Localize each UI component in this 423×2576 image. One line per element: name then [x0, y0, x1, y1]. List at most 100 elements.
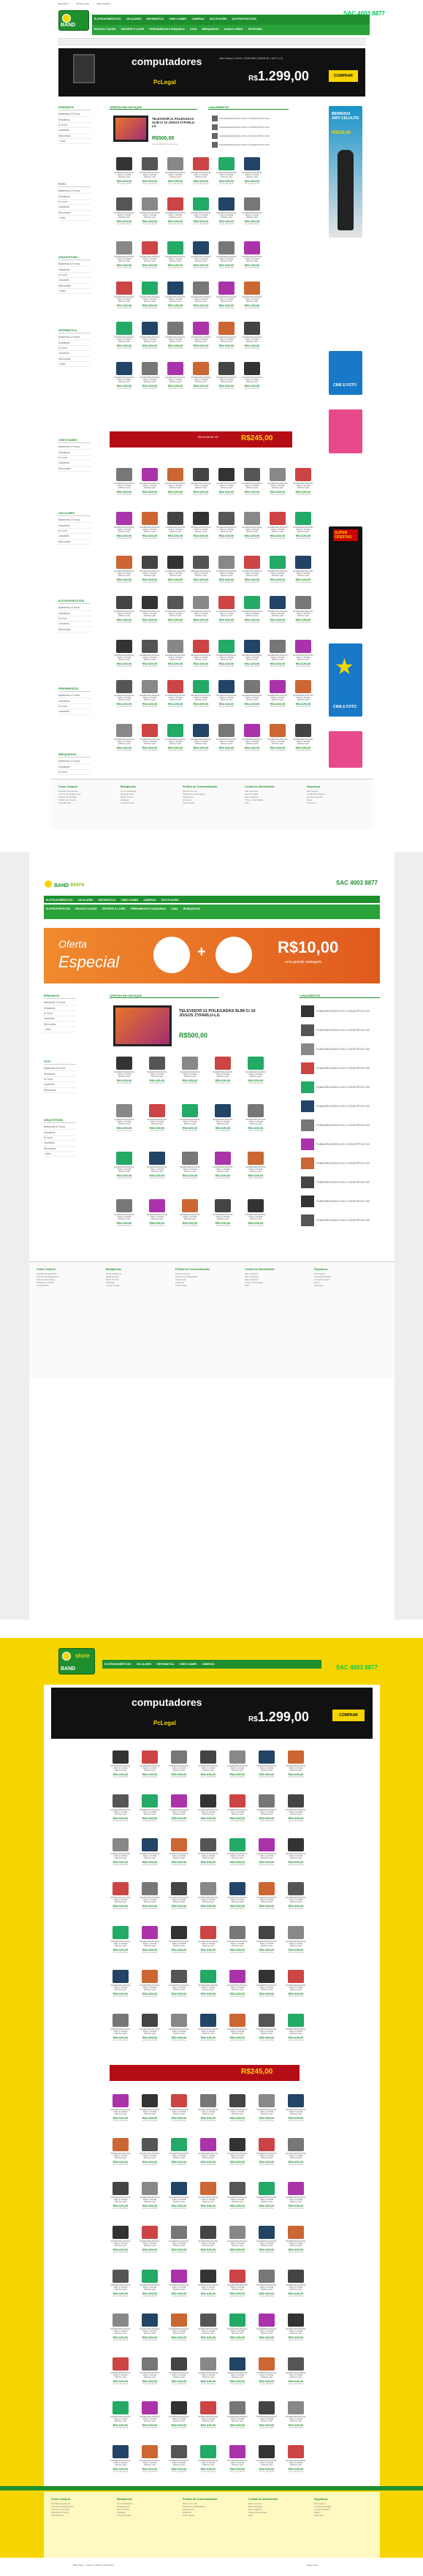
product-card[interactable]: FILMADORA DIGITAL DVD C/ ZOOM ÓPTICO 24X… [197, 1794, 219, 1828]
product-image[interactable] [142, 596, 158, 609]
product-card[interactable]: FILMADORA DIGITAL DVD C/ ZOOM ÓPTICO 24X… [226, 2270, 248, 2303]
product-name[interactable]: FILMADORA DIGITAL DVD C/ ZOOM ÓPTICO 24X [285, 2459, 307, 2467]
product-card[interactable]: FILMADORA DIGITAL DVD C/ ZOOM ÓPTICO 24X… [110, 1882, 132, 1916]
product-card[interactable]: FILMADORA DIGITAL DVD C/ ZOOM ÓPTICO 24X… [168, 2401, 190, 2435]
product-name[interactable]: FILMADORA DIGITAL DVD C/ ZOOM ÓPTICO 24X [226, 1764, 248, 1772]
product-image[interactable] [113, 2401, 129, 2414]
product-card[interactable]: FILMADORA DIGITAL DVD C/ ZOOM ÓPTICO 24X… [139, 596, 161, 630]
product-name[interactable]: FILMADORA DIGITAL DVD C/ ZOOM ÓPTICO 24X [226, 2196, 248, 2204]
product-card[interactable]: FILMADORA DIGITAL DVD C/ ZOOM ÓPTICO 24X… [113, 640, 135, 673]
product-name[interactable]: FILMADORA DIGITAL DVD C/ ZOOM ÓPTICO 24X [241, 610, 263, 618]
product-card[interactable]: FILMADORA DIGITAL DVD C/ ZOOM ÓPTICO 24X… [241, 556, 263, 589]
product-name[interactable]: FILMADORA DIGITAL DVD C/ ZOOM ÓPTICO 24X [285, 2108, 307, 2116]
product-card[interactable]: FILMADORA DIGITAL DVD C/ ZOOM ÓPTICO 24X… [212, 1057, 234, 1090]
product-image[interactable] [200, 1882, 216, 1895]
product-image[interactable] [270, 512, 286, 525]
footer-link[interactable]: Trocar Pontos [117, 2514, 161, 2517]
lancamento-item[interactable]: FILMADORA DIGITAL DVD C/ ZOOM ÓPTICO 24X [212, 124, 285, 132]
product-name[interactable]: FILMADORA DIGITAL DVD C/ ZOOM ÓPTICO 24X [139, 1940, 161, 1948]
product-card[interactable]: FILMADORA DIGITAL DVD C/ ZOOM ÓPTICO 24X… [139, 1970, 161, 2003]
product-image[interactable] [270, 556, 286, 569]
product-card[interactable]: FILMADORA DIGITAL DVD C/ ZOOM ÓPTICO 24X… [164, 724, 186, 758]
product-name[interactable]: FILMADORA DIGITAL DVD C/ ZOOM ÓPTICO 24X [168, 2459, 190, 2467]
product-name[interactable]: FILMADORA DIGITAL DVD C/ ZOOM ÓPTICO 24X [197, 2371, 219, 2379]
product-name[interactable]: FILMADORA DIGITAL DVD C/ ZOOM ÓPTICO 24X [197, 2196, 219, 2204]
product-name[interactable]: FILMADORA DIGITAL DVD C/ ZOOM ÓPTICO 24X [164, 255, 186, 263]
product-name[interactable]: FILMADORA DIGITAL DVD C/ ZOOM ÓPTICO 24X [285, 2028, 307, 2036]
product-card[interactable]: FILMADORA DIGITAL DVD C/ ZOOM ÓPTICO 24X… [139, 724, 161, 758]
product-image[interactable] [171, 2314, 187, 2327]
product-image[interactable] [200, 2182, 216, 2195]
product-image[interactable] [218, 282, 235, 295]
footer-link[interactable]: Parceiros [314, 1284, 358, 1287]
product-image[interactable] [116, 468, 132, 481]
product-image[interactable] [229, 1970, 245, 1983]
product-image[interactable] [244, 512, 260, 525]
product-image[interactable] [171, 1970, 187, 1983]
product-name[interactable]: FILMADORA DIGITAL DVD C/ ZOOM ÓPTICO 24X [168, 1808, 190, 1816]
product-name[interactable]: FILMADORA DIGITAL DVD C/ ZOOM ÓPTICO 24X [164, 654, 186, 662]
product-card[interactable]: FILMADORA DIGITAL DVD C/ ZOOM ÓPTICO 24X… [226, 2182, 248, 2216]
product-card[interactable]: FILMADORA DIGITAL DVD C/ ZOOM ÓPTICO 24X… [113, 596, 135, 630]
product-image[interactable] [171, 1926, 187, 1939]
product-card[interactable]: FILMADORA DIGITAL DVD C/ ZOOM ÓPTICO 24X… [292, 680, 314, 714]
product-card[interactable]: FILMADORA DIGITAL DVD C/ ZOOM ÓPTICO 24X… [164, 362, 186, 396]
product-card[interactable]: FILMADORA DIGITAL DVD C/ ZOOM ÓPTICO 24X… [164, 680, 186, 714]
product-name[interactable]: FILMADORA DIGITAL DVD C/ ZOOM ÓPTICO 24X [168, 2371, 190, 2379]
product-image[interactable] [259, 2182, 275, 2195]
product-card[interactable]: FILMADORA DIGITAL DVD C/ ZOOM ÓPTICO 24X… [168, 2014, 190, 2047]
product-image[interactable] [229, 1750, 245, 1764]
product-image[interactable] [259, 2138, 275, 2151]
product-name[interactable]: FILMADORA DIGITAL DVD C/ ZOOM ÓPTICO 24X [285, 1940, 307, 1948]
product-name[interactable]: FILMADORA DIGITAL DVD C/ ZOOM ÓPTICO 24X [226, 1808, 248, 1816]
bandstore-logo[interactable]: BAND [58, 10, 89, 31]
product-name[interactable]: FILMADORA DIGITAL DVD C/ ZOOM ÓPTICO 24X [216, 694, 237, 702]
product-card[interactable]: FILMADORA DIGITAL DVD C/ ZOOM ÓPTICO 24X… [256, 2226, 278, 2259]
product-name[interactable]: FILMADORA DIGITAL DVD C/ ZOOM ÓPTICO 24X [110, 1984, 132, 1992]
product-card[interactable]: FILMADORA DIGITAL DVD C/ ZOOM ÓPTICO 24X… [256, 1838, 278, 1872]
product-name[interactable]: FILMADORA DIGITAL DVD C/ ZOOM ÓPTICO 24X [139, 2284, 161, 2292]
product-image[interactable] [193, 362, 209, 375]
product-image[interactable] [288, 2138, 304, 2151]
nav-item[interactable]: BELEZA E SAÚDE [92, 25, 118, 34]
product-image[interactable] [218, 468, 235, 481]
product-name[interactable]: FILMADORA DIGITAL DVD C/ ZOOM ÓPTICO 24X [110, 2196, 132, 2204]
product-image[interactable] [116, 1104, 132, 1117]
product-card[interactable]: FILMADORA DIGITAL DVD C/ ZOOM ÓPTICO 24X… [256, 2014, 278, 2047]
product-image[interactable] [171, 2270, 187, 2283]
product-name[interactable]: FILMADORA DIGITAL DVD C/ ZOOM ÓPTICO 24X [256, 1764, 278, 1772]
product-image[interactable] [229, 2445, 245, 2458]
product-name[interactable]: FILMADORA DIGITAL DVD C/ ZOOM ÓPTICO 24X [190, 738, 212, 746]
product-name[interactable]: FILMADORA DIGITAL DVD C/ ZOOM ÓPTICO 24X [285, 2196, 307, 2204]
product-card[interactable]: FILMADORA DIGITAL DVD C/ ZOOM ÓPTICO 24X… [267, 724, 289, 758]
product-name[interactable]: FILMADORA DIGITAL DVD C/ ZOOM ÓPTICO 24X [113, 1213, 135, 1221]
product-card[interactable]: FILMADORA DIGITAL DVD C/ ZOOM ÓPTICO 24X… [226, 2357, 248, 2391]
product-card[interactable]: FILMADORA DIGITAL DVD C/ ZOOM ÓPTICO 24X… [212, 1104, 234, 1138]
product-card[interactable]: FILMADORA DIGITAL DVD C/ ZOOM ÓPTICO 24X… [110, 1750, 132, 1784]
product-image[interactable] [142, 2357, 158, 2371]
lancamento-item[interactable]: FILMADORA DIGITAL DVD C/ ZOOM ÓPTICO 24X [212, 142, 285, 149]
product-image[interactable] [259, 2226, 275, 2239]
product-card[interactable]: FILMADORA DIGITAL DVD C/ ZOOM ÓPTICO 24X… [139, 1926, 161, 1960]
product-image[interactable] [167, 322, 183, 335]
product-image[interactable] [171, 2014, 187, 2027]
product-name[interactable]: FILMADORA DIGITAL DVD C/ ZOOM ÓPTICO 24X [113, 1118, 135, 1126]
product-card[interactable]: FILMADORA DIGITAL DVD C/ ZOOM ÓPTICO 24X… [245, 1104, 267, 1138]
product-name[interactable]: FILMADORA DIGITAL DVD C/ ZOOM ÓPTICO 24X [168, 2327, 190, 2335]
footer-link[interactable]: Trocar Pontos [106, 1284, 150, 1287]
product-name[interactable]: FILMADORA DIGITAL DVD C/ ZOOM ÓPTICO 24X [168, 2415, 190, 2423]
side-ad-super-ofertas[interactable]: SUPER OFERTAS [329, 526, 362, 629]
product-name[interactable]: FILMADORA DIGITAL DVD C/ ZOOM ÓPTICO 24X [285, 1764, 307, 1772]
product-card[interactable]: FILMADORA DIGITAL DVD C/ ZOOM ÓPTICO 24X… [110, 1838, 132, 1872]
product-image[interactable] [229, 1838, 245, 1851]
product-card[interactable]: FILMADORA DIGITAL DVD C/ ZOOM ÓPTICO 24X… [216, 197, 237, 231]
product-card[interactable]: FILMADORA DIGITAL DVD C/ ZOOM ÓPTICO 24X… [146, 1199, 168, 1233]
product-name[interactable]: FILMADORA DIGITAL DVD C/ ZOOM ÓPTICO 24X [168, 2284, 190, 2292]
product-image[interactable] [288, 1882, 304, 1895]
product-name[interactable]: FILMADORA DIGITAL DVD C/ ZOOM ÓPTICO 24X [139, 1764, 161, 1772]
product-card[interactable]: FILMADORA DIGITAL DVD C/ ZOOM ÓPTICO 24X… [241, 596, 263, 630]
product-image[interactable] [149, 1199, 165, 1212]
product-image[interactable] [116, 556, 132, 569]
product-image[interactable] [167, 724, 183, 737]
product-image[interactable] [200, 2270, 216, 2283]
